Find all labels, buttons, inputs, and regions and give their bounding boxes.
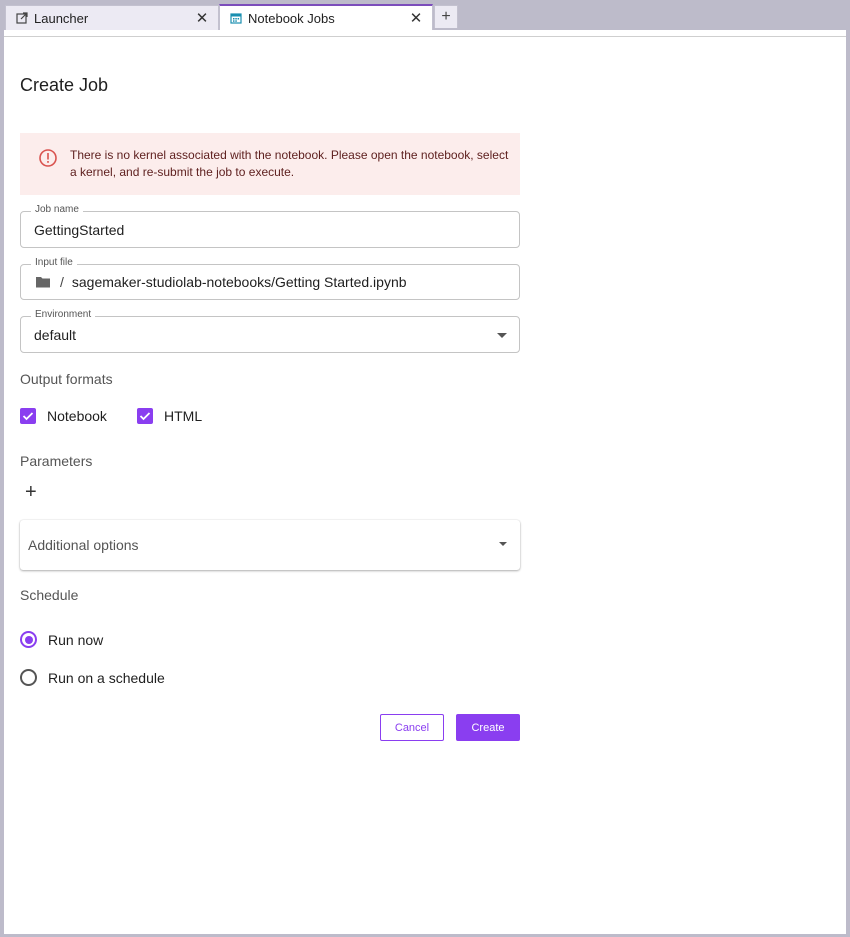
close-icon[interactable]: ✕ [190, 11, 214, 26]
calendar-icon [230, 12, 242, 24]
additional-options-label: Additional options [28, 537, 139, 553]
output-format-html[interactable]: HTML [137, 408, 202, 424]
radio-button[interactable] [20, 631, 37, 648]
output-format-notebook[interactable]: Notebook [20, 408, 107, 424]
parameters-label: Parameters [20, 453, 93, 469]
radio-run-now-label: Run now [48, 631, 104, 648]
checkbox-html-label: HTML [164, 408, 203, 424]
folder-icon [35, 275, 51, 289]
chevron-down-icon [497, 333, 507, 338]
environment-label: Environment [31, 308, 96, 322]
job-name-field[interactable]: Job name GettingStarted [20, 203, 520, 248]
environment-value: default [34, 326, 77, 343]
tab-notebook-jobs-label: Notebook Jobs [248, 10, 335, 26]
error-circle-icon [38, 148, 58, 168]
create-button[interactable]: Create [456, 714, 520, 741]
close-icon[interactable]: ✕ [404, 11, 428, 26]
radio-run-on-schedule-label: Run on a schedule [48, 669, 165, 686]
error-alert: There is no kernel associated with the n… [20, 133, 520, 195]
plus-icon: + [441, 8, 451, 25]
main-panel: Create Job There is no kernel associated… [4, 30, 846, 934]
job-name-label: Job name [31, 203, 83, 217]
radio-run-on-schedule[interactable]: Run on a schedule [20, 669, 165, 686]
add-parameter-button[interactable]: + [25, 482, 37, 502]
chevron-down-icon [499, 542, 507, 546]
job-name-value: GettingStarted [34, 221, 125, 238]
path-separator: / [60, 274, 64, 290]
tab-notebook-jobs[interactable]: Notebook Jobs ✕ [219, 4, 433, 30]
input-file-label: Input file [31, 256, 77, 270]
checkbox-notebook-label: Notebook [47, 408, 107, 424]
radio-button[interactable] [20, 669, 37, 686]
divider [4, 36, 846, 37]
output-formats-label: Output formats [20, 371, 113, 387]
add-tab-button[interactable]: + [434, 5, 458, 28]
environment-select[interactable]: Environment default [20, 308, 520, 353]
cancel-button[interactable]: Cancel [380, 714, 444, 741]
tab-launcher[interactable]: Launcher ✕ [5, 5, 219, 30]
tab-bar: Launcher ✕ Notebook Jobs ✕ + [0, 0, 850, 30]
tab-launcher-label: Launcher [34, 10, 89, 26]
alert-message: There is no kernel associated with the n… [70, 148, 509, 179]
checkbox-notebook[interactable] [20, 408, 36, 424]
radio-run-now[interactable]: Run now [20, 631, 103, 648]
schedule-label: Schedule [20, 587, 79, 603]
checkbox-html[interactable] [137, 408, 153, 424]
input-file-value: sagemaker-studiolab-notebooks/Getting St… [71, 274, 407, 290]
input-file-field[interactable]: Input file / sagemaker-studiolab-noteboo… [20, 256, 520, 300]
launcher-icon [16, 12, 28, 24]
page-title: Create Job [20, 75, 109, 95]
additional-options-accordion[interactable]: Additional options [20, 520, 520, 570]
